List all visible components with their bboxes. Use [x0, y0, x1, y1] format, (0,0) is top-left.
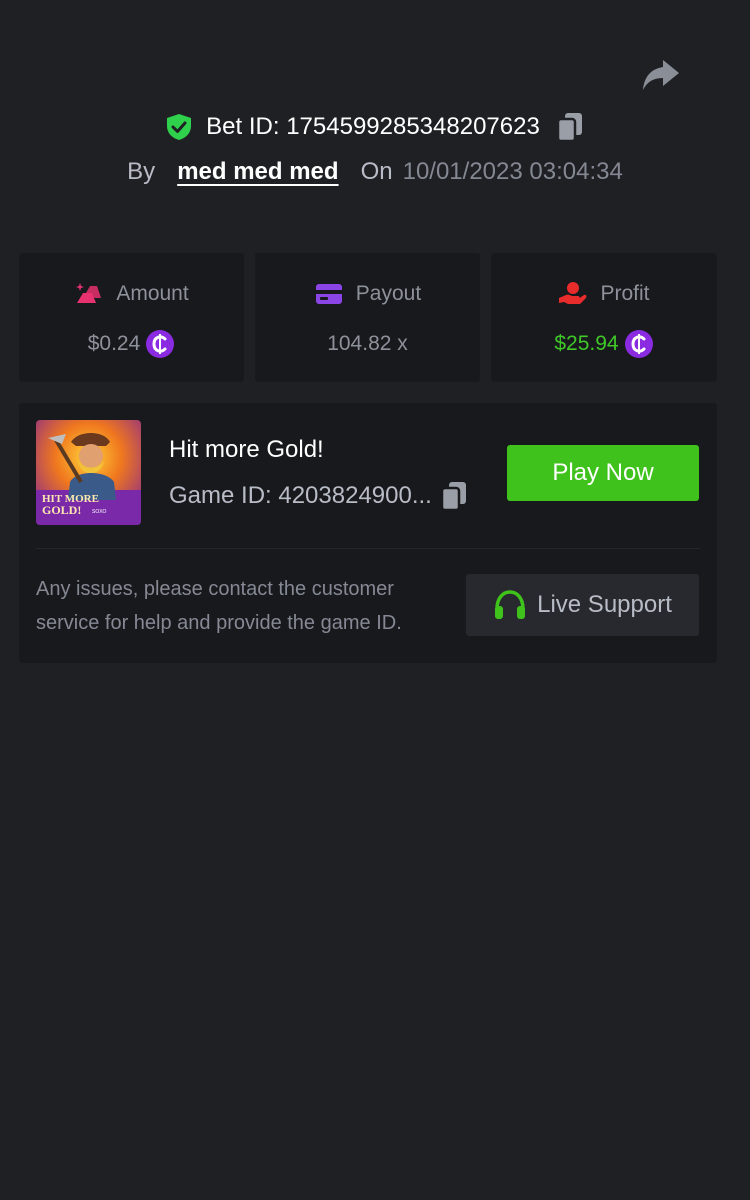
payout-card: Payout 104.82 x: [255, 253, 480, 382]
verified-shield-icon: [167, 114, 192, 140]
live-support-label: Live Support: [537, 591, 672, 618]
on-label: On: [360, 158, 393, 185]
payout-label: Payout: [355, 282, 422, 305]
thumb-brand: SOXO: [92, 509, 107, 515]
bet-stats: Amount $0.24 Payout 104.82 x Profit $25.…: [19, 253, 717, 382]
copy-bet-id-icon[interactable]: [556, 111, 584, 143]
coin-icon: [146, 330, 175, 358]
amount-label: Amount: [116, 282, 189, 305]
amount-value: $0.24: [87, 332, 141, 355]
support-help-text: Any issues, please contact the customer …: [36, 578, 402, 634]
profit-card: Profit $25.94: [491, 253, 717, 382]
bet-id: Bet ID: 1754599285348207623: [206, 113, 540, 140]
by-label: By: [127, 158, 156, 185]
game-title: Hit more Gold!: [169, 436, 324, 463]
game-thumbnail[interactable]: HIT MORE GOLD! SOXO: [36, 420, 141, 525]
share-icon[interactable]: [641, 58, 681, 92]
play-now-button[interactable]: Play Now: [507, 445, 699, 501]
game-id: Game ID: 4203824900...: [169, 482, 432, 509]
payout-value: 104.82 x: [327, 332, 408, 355]
bet-meta-row: By med med med On 10/01/2023 03:04:34: [0, 156, 750, 188]
username-link[interactable]: med med med: [177, 158, 338, 186]
headset-icon: [495, 590, 526, 619]
hand-coin-icon: [559, 282, 587, 304]
card-icon: [315, 284, 342, 304]
bet-id-row: Bet ID: 1754599285348207623: [0, 110, 750, 144]
thumb-text-2: GOLD!: [42, 503, 81, 517]
copy-game-id-icon[interactable]: [440, 480, 468, 512]
profit-label: Profit: [600, 282, 650, 305]
bet-date: 10/01/2023 03:04:34: [402, 158, 623, 185]
live-support-button[interactable]: Live Support: [466, 574, 699, 636]
profit-value: $25.94: [554, 332, 619, 355]
gold-bars-icon: [76, 283, 102, 303]
amount-card: Amount $0.24: [19, 253, 244, 382]
coin-icon: [624, 330, 653, 358]
game-card: HIT MORE GOLD! SOXO Hit more Gold! Game …: [19, 403, 717, 663]
divider: [36, 548, 700, 549]
game-id-row: Game ID: 4203824900...: [169, 480, 468, 512]
